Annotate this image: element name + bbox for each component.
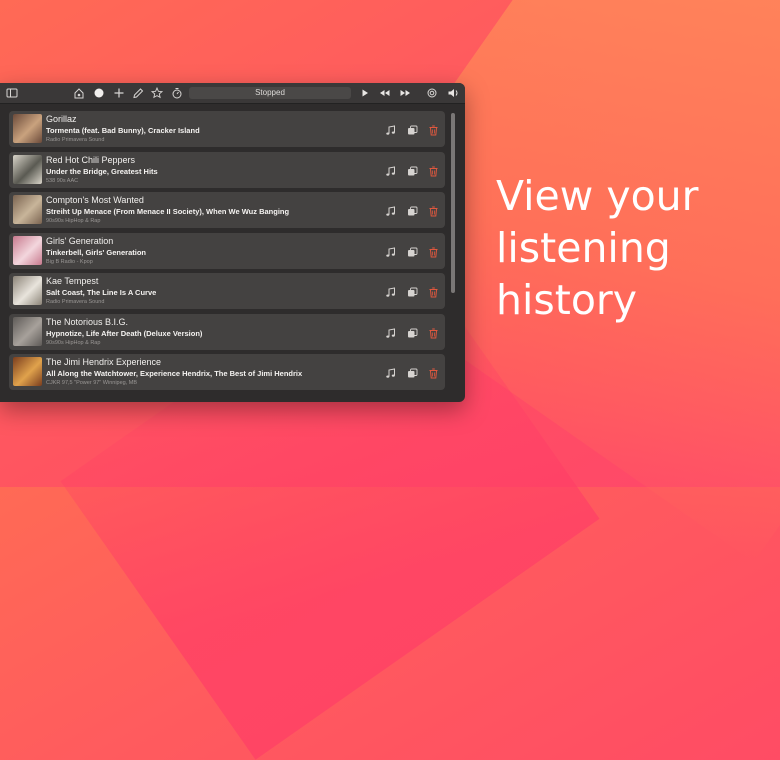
- app-window: Stopped Gorillaz Tormenta (feat. Bad Bun…: [0, 83, 465, 402]
- copy-icon[interactable]: [407, 285, 418, 297]
- track-title: Tormenta (feat. Bad Bunny), Cracker Isla…: [46, 126, 200, 135]
- station-name: CJKR 97,5 "Power 97" Winnipeg, MB: [46, 380, 138, 386]
- airplay-icon[interactable]: [426, 86, 438, 100]
- fast-forward-icon[interactable]: [399, 86, 412, 100]
- music-note-icon[interactable]: [385, 123, 396, 135]
- music-note-icon[interactable]: [385, 326, 396, 338]
- album-art: [13, 114, 42, 143]
- playback-status: Stopped: [189, 87, 351, 99]
- artist-name: Gorillaz: [46, 114, 77, 124]
- history-row[interactable]: Red Hot Chili Peppers Under the Bridge, …: [9, 151, 445, 188]
- music-note-icon[interactable]: [385, 245, 396, 257]
- artist-name: Red Hot Chili Peppers: [46, 154, 136, 165]
- music-note-icon[interactable]: [385, 164, 396, 176]
- trash-icon[interactable]: [428, 366, 439, 379]
- music-note-icon[interactable]: [385, 285, 396, 297]
- album-art: [13, 316, 42, 346]
- station-name: Big B Radio - Kpop: [46, 258, 93, 265]
- pencil-icon[interactable]: [132, 86, 144, 100]
- track-title: Streiht Up Menace (From Menace II Societ…: [46, 207, 290, 216]
- record-icon[interactable]: [93, 86, 105, 100]
- trash-icon[interactable]: [428, 123, 439, 136]
- artist-name: The Notorious B.I.G.: [46, 316, 129, 327]
- artist-name: Compton's Most Wanted: [46, 195, 144, 205]
- track-title: Tinkerbell, Girls' Generation: [46, 247, 147, 257]
- copy-icon[interactable]: [407, 366, 418, 378]
- home-icon[interactable]: [73, 86, 85, 100]
- album-art: [13, 357, 42, 386]
- trash-icon[interactable]: [428, 285, 439, 298]
- album-art: [13, 154, 42, 184]
- history-row[interactable]: Compton's Most Wanted Streiht Up Menace …: [9, 192, 445, 228]
- track-title: Hypnotize, Life After Death (Deluxe Vers…: [46, 328, 203, 338]
- album-art: [13, 276, 42, 305]
- artist-name: Girls' Generation: [46, 235, 114, 246]
- album-art: [13, 195, 42, 224]
- history-row[interactable]: The Jimi Hendrix Experience All Along th…: [9, 354, 445, 390]
- trash-icon[interactable]: [428, 326, 439, 338]
- station-name: 90s90s HipHop & Rap: [46, 218, 101, 224]
- history-row[interactable]: Girls' Generation Tinkerbell, Girls' Gen…: [9, 232, 445, 269]
- plus-icon[interactable]: [113, 86, 125, 100]
- timer-icon[interactable]: [171, 86, 183, 100]
- artist-name: The Jimi Hendrix Experience: [46, 357, 162, 367]
- headline: View your listening history: [496, 170, 699, 326]
- artist-name: Kae Tempest: [46, 276, 99, 286]
- music-note-icon[interactable]: [385, 204, 396, 216]
- music-note-icon[interactable]: [385, 366, 396, 378]
- trash-icon[interactable]: [428, 164, 439, 176]
- album-art: [13, 235, 42, 265]
- station-name: 90s90s HipHop & Rap: [46, 339, 101, 346]
- sidebar-icon[interactable]: [6, 86, 18, 100]
- scrollbar-thumb[interactable]: [451, 113, 455, 293]
- history-row[interactable]: Kae Tempest Salt Coast, The Line Is A Cu…: [9, 273, 445, 309]
- headline-line: listening: [496, 224, 671, 272]
- history-row[interactable]: The Notorious B.I.G. Hypnotize, Life Aft…: [9, 313, 445, 350]
- star-icon[interactable]: [151, 86, 163, 100]
- trash-icon[interactable]: [428, 245, 439, 257]
- station-name: 538 90s AAC: [46, 177, 79, 184]
- track-title: Under the Bridge, Greatest Hits: [46, 166, 158, 176]
- copy-icon[interactable]: [407, 245, 418, 256]
- toolbar: Stopped: [0, 83, 465, 104]
- rewind-icon[interactable]: [378, 86, 391, 100]
- copy-icon[interactable]: [407, 204, 418, 216]
- track-title: All Along the Watchtower, Experience Hen…: [46, 369, 303, 378]
- copy-icon[interactable]: [407, 326, 418, 337]
- trash-icon[interactable]: [428, 204, 439, 217]
- station-name: Radio Primavera Sound: [46, 137, 105, 143]
- play-icon[interactable]: [360, 86, 370, 100]
- copy-icon[interactable]: [407, 164, 418, 175]
- history-list: Gorillaz Tormenta (feat. Bad Bunny), Cra…: [9, 111, 445, 395]
- track-title: Salt Coast, The Line Is A Curve: [46, 288, 157, 297]
- volume-icon[interactable]: [447, 86, 460, 100]
- history-row[interactable]: Gorillaz Tormenta (feat. Bad Bunny), Cra…: [9, 111, 445, 147]
- station-name: Radio Primavera Sound: [46, 299, 105, 305]
- copy-icon[interactable]: [407, 123, 418, 135]
- headline-line: View your: [496, 172, 699, 220]
- headline-line: history: [496, 276, 638, 324]
